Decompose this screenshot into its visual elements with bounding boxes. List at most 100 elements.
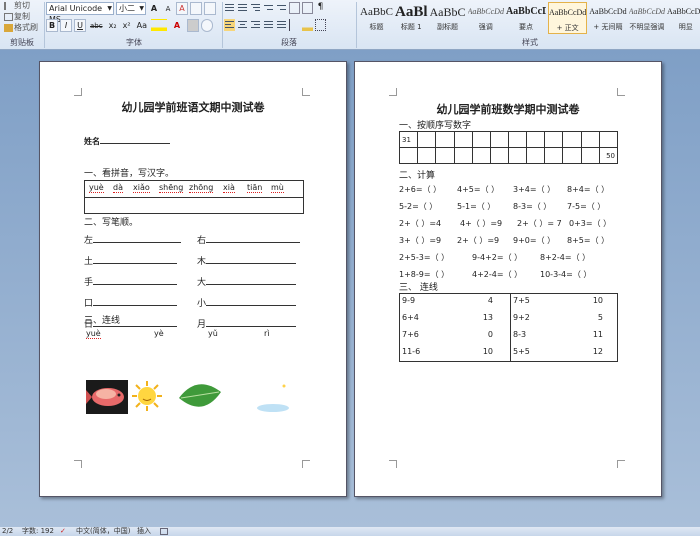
number-cell[interactable] [580, 147, 600, 164]
shrink-font-button[interactable]: A [162, 2, 174, 15]
match-expression[interactable]: 5+5 [513, 347, 530, 356]
calc-problem[interactable]: 1+8-9=（ ） [399, 269, 449, 280]
macro-record-icon[interactable] [160, 528, 168, 535]
stroke-row[interactable]: 右 [197, 233, 301, 246]
calc-problem[interactable]: 2+6=（ ） [399, 184, 441, 195]
number-cell[interactable] [435, 131, 455, 148]
name-blank[interactable] [100, 135, 170, 144]
calc-problem[interactable]: 4+5=（ ） [457, 184, 499, 195]
bullets-icon[interactable] [224, 2, 235, 14]
number-cell[interactable] [489, 131, 509, 148]
stroke-row[interactable]: 口 [84, 296, 178, 309]
char-shading-button[interactable] [186, 19, 199, 32]
style-tile[interactable]: AaBbCcD 要点 [506, 2, 546, 34]
number-cell[interactable] [544, 147, 564, 164]
number-cell[interactable] [507, 131, 528, 148]
match-answer[interactable]: 0 [488, 330, 493, 339]
calc-problem[interactable]: 2+5-3=（ ） [399, 252, 449, 263]
page-1[interactable]: 幼儿园学前班语文期中测试卷 姓名 一、看拼音，写汉字。 yuè dà xiǎo shē… [39, 61, 347, 497]
increase-indent-icon[interactable] [276, 2, 287, 14]
stroke-row[interactable]: 左 [84, 233, 182, 246]
match-answer[interactable]: 13 [483, 313, 493, 322]
stroke-row[interactable]: 土 [84, 254, 178, 267]
underline-button[interactable]: U [74, 19, 86, 32]
superscript-button[interactable]: x² [121, 19, 133, 32]
sort-icon[interactable] [302, 2, 313, 14]
stroke-blank[interactable] [93, 318, 178, 327]
number-cell[interactable] [562, 147, 582, 164]
match-expression[interactable]: 7+5 [513, 296, 530, 305]
chinese-layout-icon[interactable] [289, 2, 300, 14]
stroke-blank[interactable] [206, 255, 297, 264]
distribute-icon[interactable] [276, 19, 287, 31]
match-expression[interactable]: 8-3 [513, 330, 526, 339]
match-expression[interactable]: 7+6 [402, 330, 419, 339]
highlight-button[interactable] [150, 19, 167, 32]
page-count[interactable]: 2/2 [2, 527, 13, 536]
clear-format-button[interactable]: A [176, 2, 188, 15]
number-cell[interactable]: 50 [598, 147, 619, 164]
number-cell[interactable] [435, 147, 455, 164]
italic-button[interactable]: I [60, 19, 72, 32]
match-expression[interactable]: 6+4 [402, 313, 419, 322]
document-workspace[interactable]: 幼儿园学前班语文期中测试卷 姓名 一、看拼音，写汉字。 yuè dà xiǎo shē… [0, 50, 700, 527]
stroke-blank[interactable] [93, 276, 178, 285]
calc-problem[interactable]: 5-2=（ ） [399, 201, 437, 212]
number-cell[interactable] [526, 131, 546, 148]
cut-button[interactable]: 剪切 [0, 0, 44, 11]
calc-problem[interactable]: 2+（ ）=4 [399, 218, 441, 229]
align-left-icon[interactable] [224, 19, 235, 31]
phonetic-guide-button[interactable] [190, 2, 202, 15]
calc-problem[interactable]: 8-3=（ ） [513, 201, 551, 212]
number-cell[interactable] [544, 131, 564, 148]
match-expression[interactable]: 9+2 [513, 313, 530, 322]
match-expression[interactable]: 9-9 [402, 296, 415, 305]
word-count[interactable]: 字数: 192 [22, 527, 54, 536]
calc-problem[interactable]: 8+4=（ ） [567, 184, 609, 195]
style-tile[interactable]: AaBbCcDd 不明显强调 [629, 2, 665, 34]
name-line[interactable]: 姓名 [84, 135, 170, 147]
language-indicator[interactable]: 中文(简体，中国) [76, 527, 130, 536]
calc-problem[interactable]: 10-3-4=（ ） [540, 269, 591, 280]
calc-problem[interactable]: 9-4+2=（ ） [472, 252, 522, 263]
number-cell[interactable] [398, 147, 419, 164]
calc-problem[interactable]: 0+3=（ ） [569, 218, 611, 229]
calc-problem[interactable]: 5-1=（ ） [457, 201, 495, 212]
stroke-blank[interactable] [93, 297, 178, 306]
calc-problem[interactable]: 7-5=（ ） [567, 201, 605, 212]
stroke-blank[interactable] [93, 255, 178, 264]
style-tile[interactable]: AaBbCcDd + 正文 [547, 2, 588, 34]
chevron-down-icon[interactable]: ▼ [107, 3, 112, 14]
match-answer[interactable]: 11 [593, 330, 603, 339]
multilevel-list-icon[interactable] [250, 2, 261, 14]
align-right-icon[interactable] [250, 19, 261, 31]
stroke-blank[interactable] [93, 234, 182, 243]
stroke-blank[interactable] [206, 276, 297, 285]
font-color-button[interactable]: A [169, 19, 185, 32]
font-name-combo[interactable]: Arial Unicode MS▼ [46, 2, 114, 24]
calc-problem[interactable]: 4+（ ）=9 [460, 218, 502, 229]
style-tile[interactable]: AaBbC 副标题 [430, 2, 466, 34]
style-tile[interactable]: AaBl 标题 1 [395, 2, 428, 34]
number-cell[interactable] [471, 131, 491, 148]
borders-icon[interactable] [315, 19, 326, 31]
number-cell[interactable] [598, 131, 619, 148]
style-tile[interactable]: AaBbC 标题 [360, 2, 393, 34]
show-marks-icon[interactable]: ¶ [315, 2, 326, 14]
style-tile[interactable]: AaBbCcDd 明显 [667, 2, 700, 34]
number-cell[interactable] [453, 147, 473, 164]
number-cell[interactable] [489, 147, 509, 164]
match-expression[interactable]: 11-6 [402, 347, 420, 356]
stroke-blank[interactable] [206, 297, 297, 306]
match-answer[interactable]: 4 [488, 296, 493, 305]
change-case-button[interactable]: Aa [135, 19, 149, 32]
stroke-blank[interactable] [206, 234, 301, 243]
decrease-indent-icon[interactable] [263, 2, 274, 14]
stroke-row[interactable]: 木 [197, 254, 297, 267]
pinyin-table[interactable]: yuè dà xiǎo shēng zhōng xià tiān mù [84, 180, 304, 214]
number-cell[interactable] [526, 147, 546, 164]
number-cell[interactable] [507, 147, 528, 164]
number-cell[interactable] [562, 131, 582, 148]
calc-problem[interactable]: 2+（ ）= 7 [517, 218, 562, 229]
grow-font-button[interactable]: A [148, 2, 160, 15]
